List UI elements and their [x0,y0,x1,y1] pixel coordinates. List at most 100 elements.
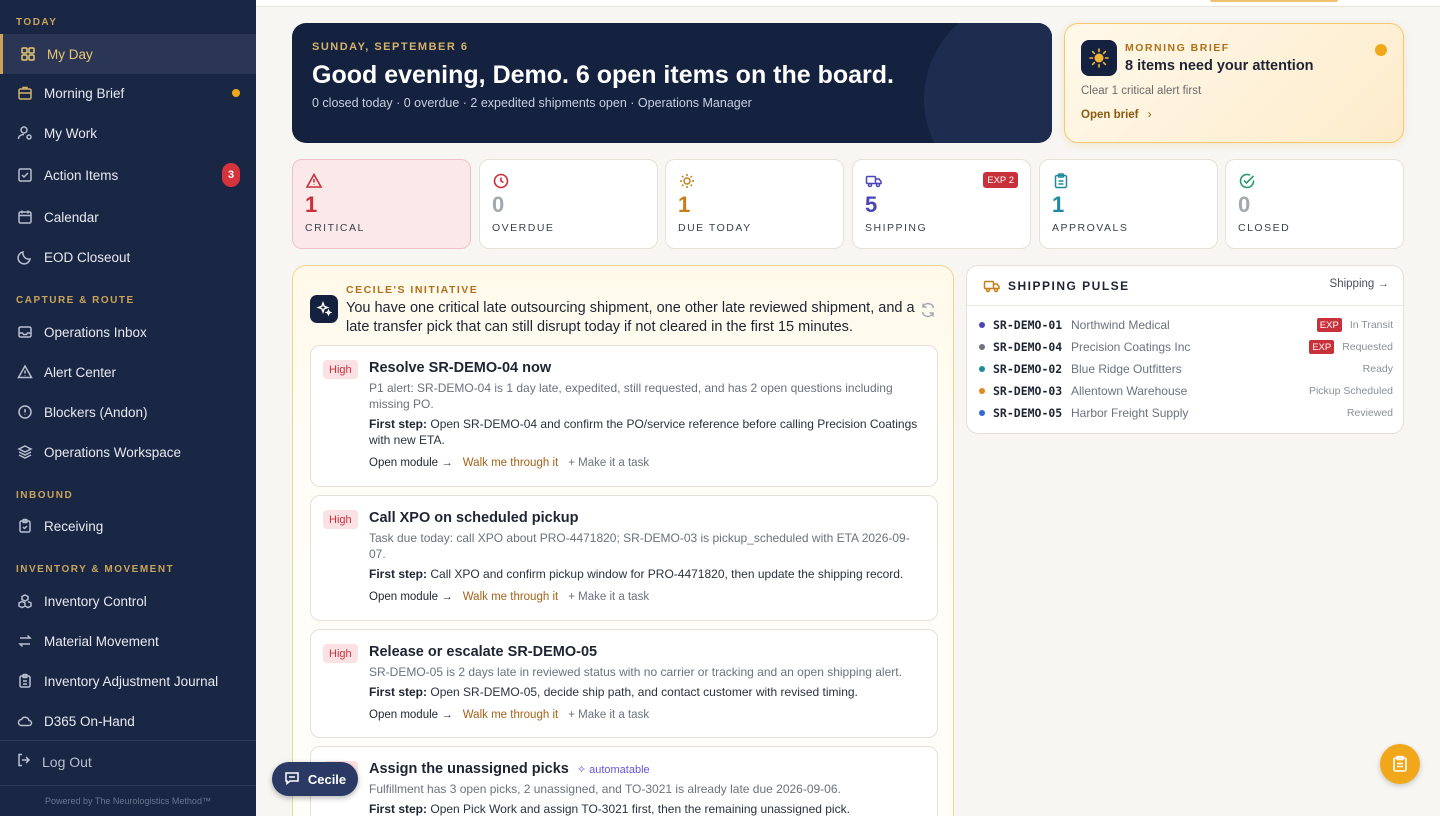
plus-icon: + [568,709,579,721]
clipboard-icon [1054,173,1068,189]
stat-due-today[interactable]: 1 DUE TODAY [665,159,844,249]
sidebar-item-label: Material Movement [44,633,159,649]
shipment-row[interactable]: SR-DEMO-01 Northwind Medical EXP In Tran… [979,314,1393,336]
top-accent-button[interactable] [1210,0,1338,2]
make-task-link[interactable]: + Make it a task [568,591,649,603]
clipboard-fab-button[interactable] [1380,744,1420,784]
expedited-badge: EXP [1316,318,1342,332]
shipment-status: Reviewed [1346,407,1393,419]
sidebar-item-action-items[interactable]: Action Items 3 [0,155,256,195]
morning-brief-card[interactable]: MORNING BRIEF 8 items need your attentio… [1064,23,1404,143]
shipment-code: SR-DEMO-02 [993,362,1063,376]
task-actions: Open module → Walk me through it + Make … [369,591,649,603]
shipment-code: SR-DEMO-04 [993,340,1063,354]
shipment-code: SR-DEMO-01 [993,318,1063,332]
open-module-link[interactable]: Open module → [369,457,453,469]
sidebar-item-inventory-control[interactable]: Inventory Control [0,581,256,621]
open-module-link[interactable]: Open module → [369,591,453,603]
notification-dot [1375,44,1387,56]
walk-through-link[interactable]: Walk me through it [463,709,558,721]
shipment-row[interactable]: SR-DEMO-04 Precision Coatings Inc EXP Re… [979,336,1393,358]
stat-label: CRITICAL [305,222,365,234]
decorative-circle [924,23,1052,143]
shipment-row[interactable]: SR-DEMO-03 Allentown Warehouse Pickup Sc… [979,380,1393,402]
open-brief-link[interactable]: Open brief › [1081,109,1152,121]
open-module-label: Open module [369,591,439,603]
cloud-icon [16,712,34,730]
cecile-label: Cecile [307,771,347,787]
automatable-label: automatable [589,764,650,776]
expedited-badge: EXP [1309,340,1335,354]
truck-icon [865,175,882,188]
task-first-step: First step: Open Pick Work and assign TO… [369,801,924,816]
sidebar-item-label: Morning Brief [44,85,125,101]
sidebar-item-blockers[interactable]: Blockers (Andon) [0,392,256,432]
open-brief-label: Open brief [1081,109,1139,121]
walk-through-link[interactable]: Walk me through it [463,457,558,469]
sidebar-item-operations-inbox[interactable]: Operations Inbox [0,312,256,352]
make-task-link[interactable]: + Make it a task [568,709,649,721]
sidebar-item-eod-closeout[interactable]: EOD Closeout [0,237,256,277]
cecile-assistant-button[interactable]: Cecile [272,762,358,796]
stat-overdue[interactable]: 0 OVERDUE [479,159,658,249]
sidebar-item-d365-on-hand[interactable]: D365 On-Hand [0,701,256,741]
first-step-text: Call XPO and confirm pickup window for P… [430,567,904,581]
calendar-icon [16,208,34,226]
first-step-label: First step: [369,567,428,581]
boxes-icon [16,592,34,610]
walk-through-link[interactable]: Walk me through it [463,591,558,603]
sidebar-item-label: Operations Workspace [44,444,182,460]
task-title: Resolve SR-DEMO-04 now [369,360,552,376]
task-title-text: Assign the unassigned picks [369,761,569,777]
sidebar-item-operations-workspace[interactable]: Operations Workspace [0,432,256,472]
section-inbound: INBOUND [16,490,74,501]
briefcase-icon [16,84,34,102]
sidebar-item-receiving[interactable]: Receiving [0,506,256,546]
task-card: High Release or escalate SR-DEMO-05 SR-D… [310,629,938,738]
stat-closed[interactable]: 0 CLOSED [1225,159,1404,249]
sidebar-item-alert-center[interactable]: Alert Center [0,352,256,392]
shipment-row[interactable]: SR-DEMO-05 Harbor Freight Supply Reviewe… [979,402,1393,424]
sidebar-item-morning-brief[interactable]: Morning Brief [0,73,256,113]
task-first-step: First step: Open SR-DEMO-05, decide ship… [369,684,924,700]
logout-icon [16,752,32,771]
initiative-panel: CECILE'S INITIATIVE You have one critica… [292,265,954,816]
notification-dot [232,89,240,97]
task-actions: Open module → Walk me through it + Make … [369,709,649,721]
stat-approvals[interactable]: 1 APPROVALS [1039,159,1218,249]
sidebar-item-inventory-adjustment-journal[interactable]: Inventory Adjustment Journal [0,661,256,701]
shipment-row[interactable]: SR-DEMO-02 Blue Ridge Outfitters Ready [979,358,1393,380]
refresh-icon[interactable] [919,301,937,319]
open-module-label: Open module [369,709,439,721]
logout-button[interactable]: Log Out [16,752,92,771]
sidebar-item-material-movement[interactable]: Material Movement [0,621,256,661]
stat-value: 0 [1238,192,1251,217]
chevron-right-icon: › [1147,109,1152,121]
status-dot [979,388,985,394]
count-badge: 3 [222,163,240,187]
task-actions: Open module → Walk me through it + Make … [369,457,649,469]
shipping-pulse-title: SHIPPING PULSE [1008,279,1130,293]
sidebar-item-label: Action Items [44,167,119,183]
sidebar-item-my-day[interactable]: My Day [0,34,256,74]
status-dot [979,366,985,372]
open-module-link[interactable]: Open module → [369,709,453,721]
stat-critical[interactable]: 1 CRITICAL [292,159,471,249]
shipping-link[interactable]: Shipping → [1330,278,1389,290]
stat-shipping[interactable]: EXP 2 5 SHIPPING [852,159,1031,249]
sidebar-item-label: Inventory Control [44,593,147,609]
shipment-status: In Transit [1349,319,1393,331]
stat-value: 0 [492,192,505,217]
plus-icon: + [568,591,579,603]
initiative-label: CECILE'S INITIATIVE [346,284,479,296]
warning-icon [305,172,323,188]
sidebar-item-my-work[interactable]: My Work [0,113,256,153]
section-today: TODAY [16,17,58,28]
sidebar-item-calendar[interactable]: Calendar [0,197,256,237]
priority-badge: High [323,644,358,663]
make-task-label: Make it a task [578,709,650,721]
sidebar-item-label: Receiving [44,518,104,534]
make-task-link[interactable]: + Make it a task [568,457,649,469]
shipment-customer: Allentown Warehouse [1071,384,1188,398]
task-card: High Call XPO on scheduled pickup Task d… [310,495,938,621]
